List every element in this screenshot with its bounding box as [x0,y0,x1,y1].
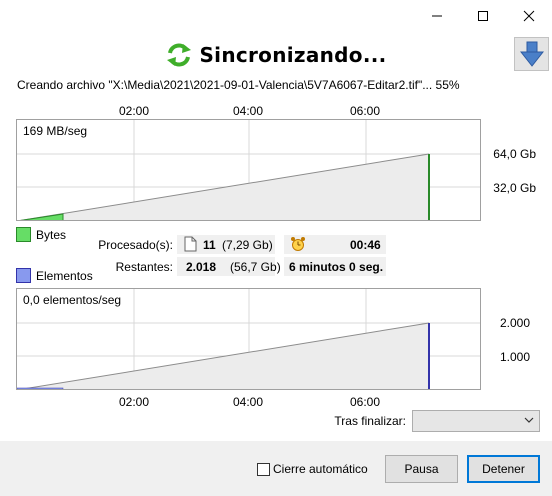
bytes-y-label-mid: 32,0 Gb [493,181,536,195]
maximize-icon [478,11,488,21]
status-line: Creando archivo "X:\Media\2021\2021-09-0… [17,78,460,92]
bytes-chart: 169 MB/seg [16,119,481,221]
elements-legend-label: Elementos [36,269,93,283]
time-tick-top-3: 06:00 [349,104,381,118]
chevron-down-icon [524,417,534,423]
pause-button[interactable]: Pausa [385,455,458,483]
bytes-legend-label: Bytes [36,228,67,242]
remaining-time: 6 minutos 0 seg. [289,260,384,274]
alarm-clock-icon [291,237,305,251]
processed-size: (7,29 Gb) [222,238,273,252]
time-tick-bottom-1: 02:00 [118,395,150,409]
heading: Sincronizando... [0,38,552,72]
bytes-y-label-high: 64,0 Gb [493,147,536,161]
minimize-icon [432,15,442,17]
maximize-button[interactable] [460,0,506,32]
time-tick-bottom-2: 04:00 [232,395,264,409]
remaining-size: (56,7 Gb) [230,260,281,274]
auto-close-checkbox[interactable] [257,463,270,476]
remaining-label: Restantes: [115,260,173,274]
heading-title: Sincronizando... [199,43,387,67]
elements-legend-swatch [16,268,31,283]
sync-arrows-icon [167,43,192,67]
remaining-count: 2.018 [186,260,217,274]
after-finish-select[interactable] [412,410,540,432]
processed-count: 11 [203,238,216,252]
time-tick-top-2: 04:00 [232,104,264,118]
time-tick-bottom-3: 06:00 [349,395,381,409]
close-icon [523,10,535,22]
elements-y-label-high: 2.000 [499,316,530,330]
after-finish-label: Tras finalizar: [334,414,406,428]
bytes-legend-swatch [16,227,31,242]
auto-close-label[interactable]: Cierre automático [273,462,368,476]
elapsed-time: 00:46 [350,238,381,252]
file-icon [184,236,197,252]
close-button[interactable] [506,0,552,32]
sync-window: Sincronizando... Creando archivo "X:\Med… [0,0,552,496]
stop-button[interactable]: Detener [467,455,540,483]
elements-y-label-mid: 1.000 [499,350,530,364]
bytes-rate: 169 MB/seg [23,124,88,138]
collapse-button[interactable] [514,37,549,71]
title-bar [0,0,552,32]
elements-chart: 0,0 elementos/seg [16,288,481,390]
processed-label: Procesado(s): [98,238,173,252]
time-tick-top-1: 02:00 [118,104,150,118]
elements-rate: 0,0 elementos/seg [23,293,122,307]
arrow-down-icon [519,41,544,67]
minimize-button[interactable] [414,0,460,32]
